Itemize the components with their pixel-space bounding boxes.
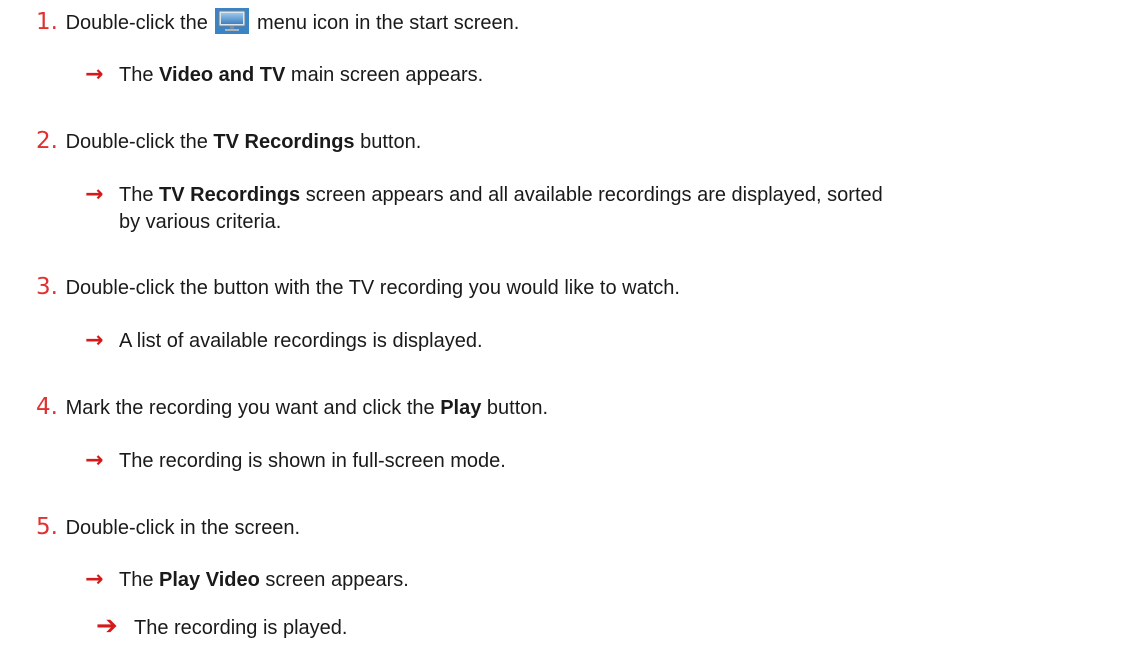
arrow-right-icon: → <box>85 62 104 87</box>
arrow-right-icon: ➔ <box>96 611 118 641</box>
step-text: Double-click the button with the TV reco… <box>65 277 680 299</box>
step-number: 3. <box>36 274 58 300</box>
arrow-right-icon: → <box>85 448 104 473</box>
step-bold: Play <box>440 397 482 419</box>
step-2-result: → The TV Recordings screen appears and al… <box>85 183 883 207</box>
step-text-after: button. <box>354 131 422 153</box>
result-bold: Video and TV <box>159 64 286 86</box>
arrow-right-icon: → <box>85 567 104 592</box>
step-4-result: → The recording is shown in full-screen m… <box>85 449 506 473</box>
final-result: ➔ The recording is played. <box>96 611 348 641</box>
step-text-after: menu icon in the start screen. <box>256 12 520 34</box>
step-1: 1. Double-click the menu icon in the sta… <box>36 8 519 35</box>
step-number: 2. <box>36 128 58 154</box>
result-text-before: The <box>119 184 160 206</box>
result-text-after: screen appears. <box>259 569 409 591</box>
step-1-result: → The Video and TV main screen appears. <box>85 63 483 87</box>
step-4: 4. Mark the recording you want and click… <box>36 395 548 420</box>
step-3-result: → A list of available recordings is displ… <box>85 329 483 353</box>
step-2: 2. Double-click the TV Recordings button… <box>36 129 421 154</box>
result-text: The recording is shown in full-screen mo… <box>119 450 506 472</box>
step-text-before: Double-click the <box>65 12 208 34</box>
step-number: 1. <box>36 9 58 35</box>
step-5: 5. Double-click in the screen. <box>36 515 300 540</box>
step-text: Double-click in the screen. <box>65 517 301 539</box>
result-text-after: main screen appears. <box>285 64 484 86</box>
step-5-result: → The Play Video screen appears. <box>85 568 409 592</box>
instruction-document: 1. Double-click the menu icon in the sta… <box>0 0 1134 646</box>
step-text-after: button. <box>481 397 549 419</box>
arrow-right-icon: → <box>85 182 104 207</box>
result-text-after: screen appears and all available recordi… <box>300 184 883 206</box>
result-bold: Play Video <box>159 569 260 591</box>
step-bold: TV Recordings <box>213 131 355 153</box>
step-3: 3. Double-click the button with the TV r… <box>36 275 680 300</box>
step-number: 5. <box>36 514 58 540</box>
final-result-text: The recording is played. <box>134 617 348 639</box>
monitor-icon <box>215 8 250 34</box>
result-bold: TV Recordings <box>159 184 301 206</box>
step-2-result-continuation: by various criteria. <box>119 211 282 233</box>
result-text-before: The <box>119 569 160 591</box>
result-text: A list of available recordings is displa… <box>119 330 483 352</box>
result-text-before: The <box>119 64 160 86</box>
step-number: 4. <box>36 394 58 420</box>
step-text-before: Mark the recording you want and click th… <box>65 397 441 419</box>
arrow-right-icon: → <box>85 328 104 353</box>
step-text-before: Double-click the <box>65 131 214 153</box>
